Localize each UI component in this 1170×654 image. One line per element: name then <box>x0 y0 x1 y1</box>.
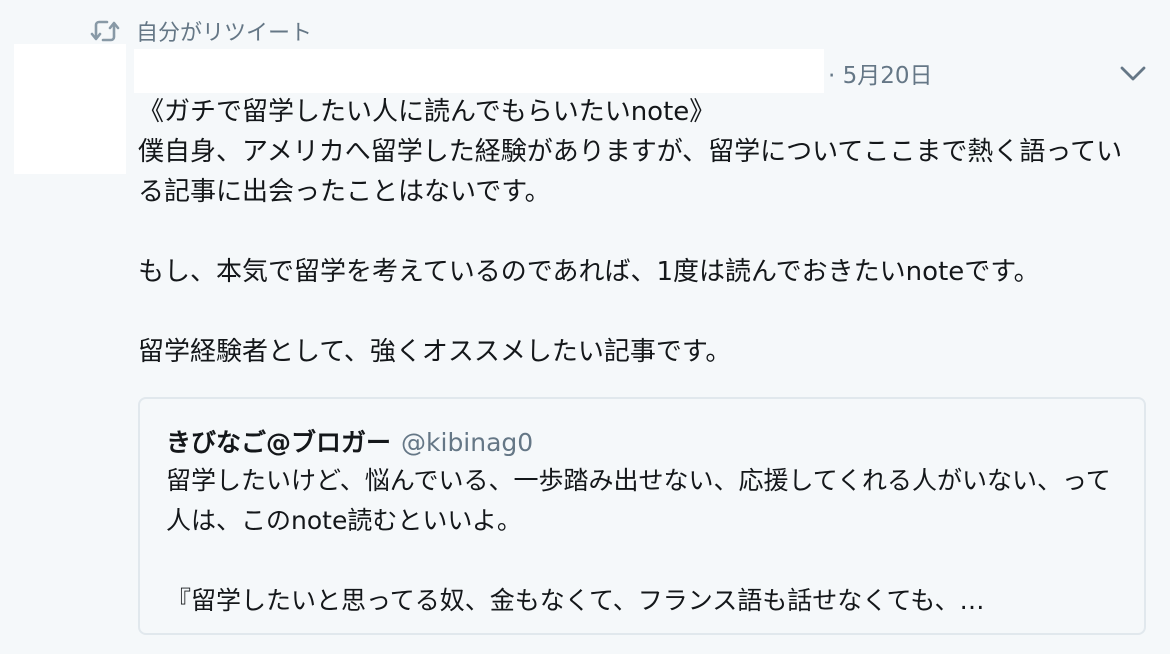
quoted-tweet-header: きびなご@ブロガー @kibinag0 <box>166 423 533 459</box>
quoted-tweet-text: 留学したいけど、悩んでいる、一歩踏み出せない、応援してくれる人がいない、って人は… <box>166 466 1111 615</box>
tweet: 自分がリツイート · 5月20日 《ガチで留学したい人に読んでもらいたいnote… <box>0 0 1170 654</box>
retweet-label: 自分がリツイート <box>136 21 313 46</box>
tweet-text: 《ガチで留学したい人に読んでもらいたいnote》 僕自身、アメリカへ留学した経験… <box>138 97 1123 367</box>
quoted-tweet[interactable]: きびなご@ブロガー @kibinag0 留学したいけど、悩んでいる、一歩踏み出せな… <box>138 397 1146 635</box>
quoted-user-name: きびなご@ブロガー <box>166 428 392 457</box>
chevron-down-icon[interactable] <box>1118 60 1148 86</box>
retweet-icon <box>90 20 120 42</box>
retweet-context: 自分がリツイート <box>90 16 312 46</box>
user-name-redacted[interactable] <box>134 49 824 93</box>
quoted-user-handle: @kibinag0 <box>401 428 534 457</box>
avatar[interactable] <box>14 44 126 174</box>
tweet-timestamp[interactable]: · 5月20日 <box>828 56 933 90</box>
